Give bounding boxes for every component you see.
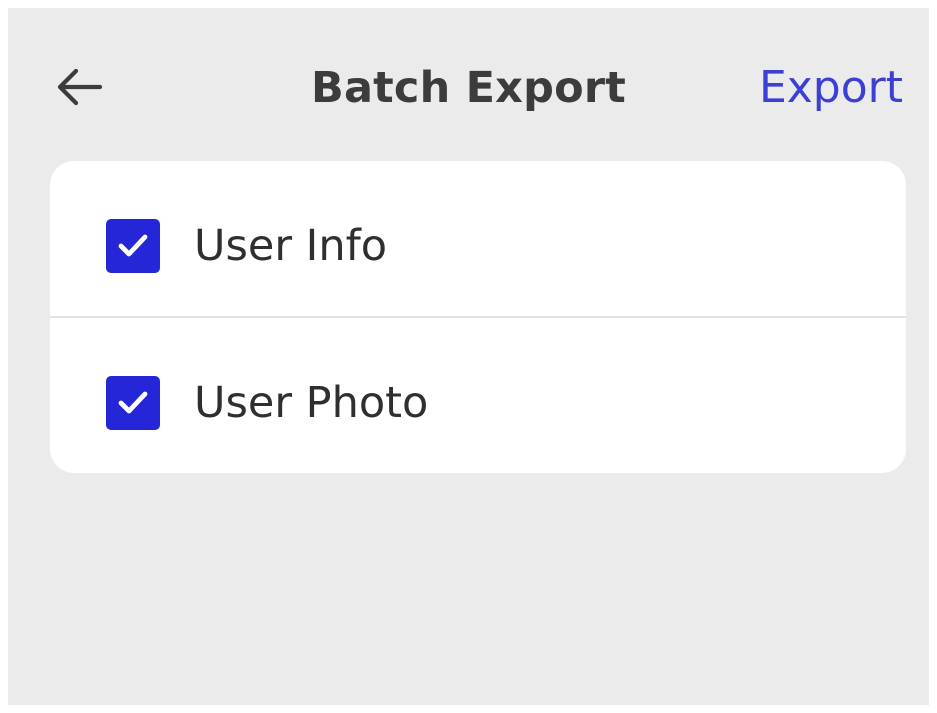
header-bar: Batch Export Export [8, 8, 929, 158]
option-row-user-info[interactable]: User Info [50, 161, 906, 316]
screen: Batch Export Export User Info User Photo [8, 8, 929, 705]
user-photo-label: User Photo [194, 378, 429, 428]
export-button[interactable]: Export [759, 62, 903, 114]
user-info-label: User Info [194, 221, 388, 271]
check-icon [118, 234, 148, 257]
options-card: User Info User Photo [50, 161, 906, 473]
user-info-checkbox[interactable] [106, 219, 160, 273]
check-icon [118, 391, 148, 414]
user-photo-checkbox[interactable] [106, 376, 160, 430]
option-row-user-photo[interactable]: User Photo [50, 318, 906, 473]
